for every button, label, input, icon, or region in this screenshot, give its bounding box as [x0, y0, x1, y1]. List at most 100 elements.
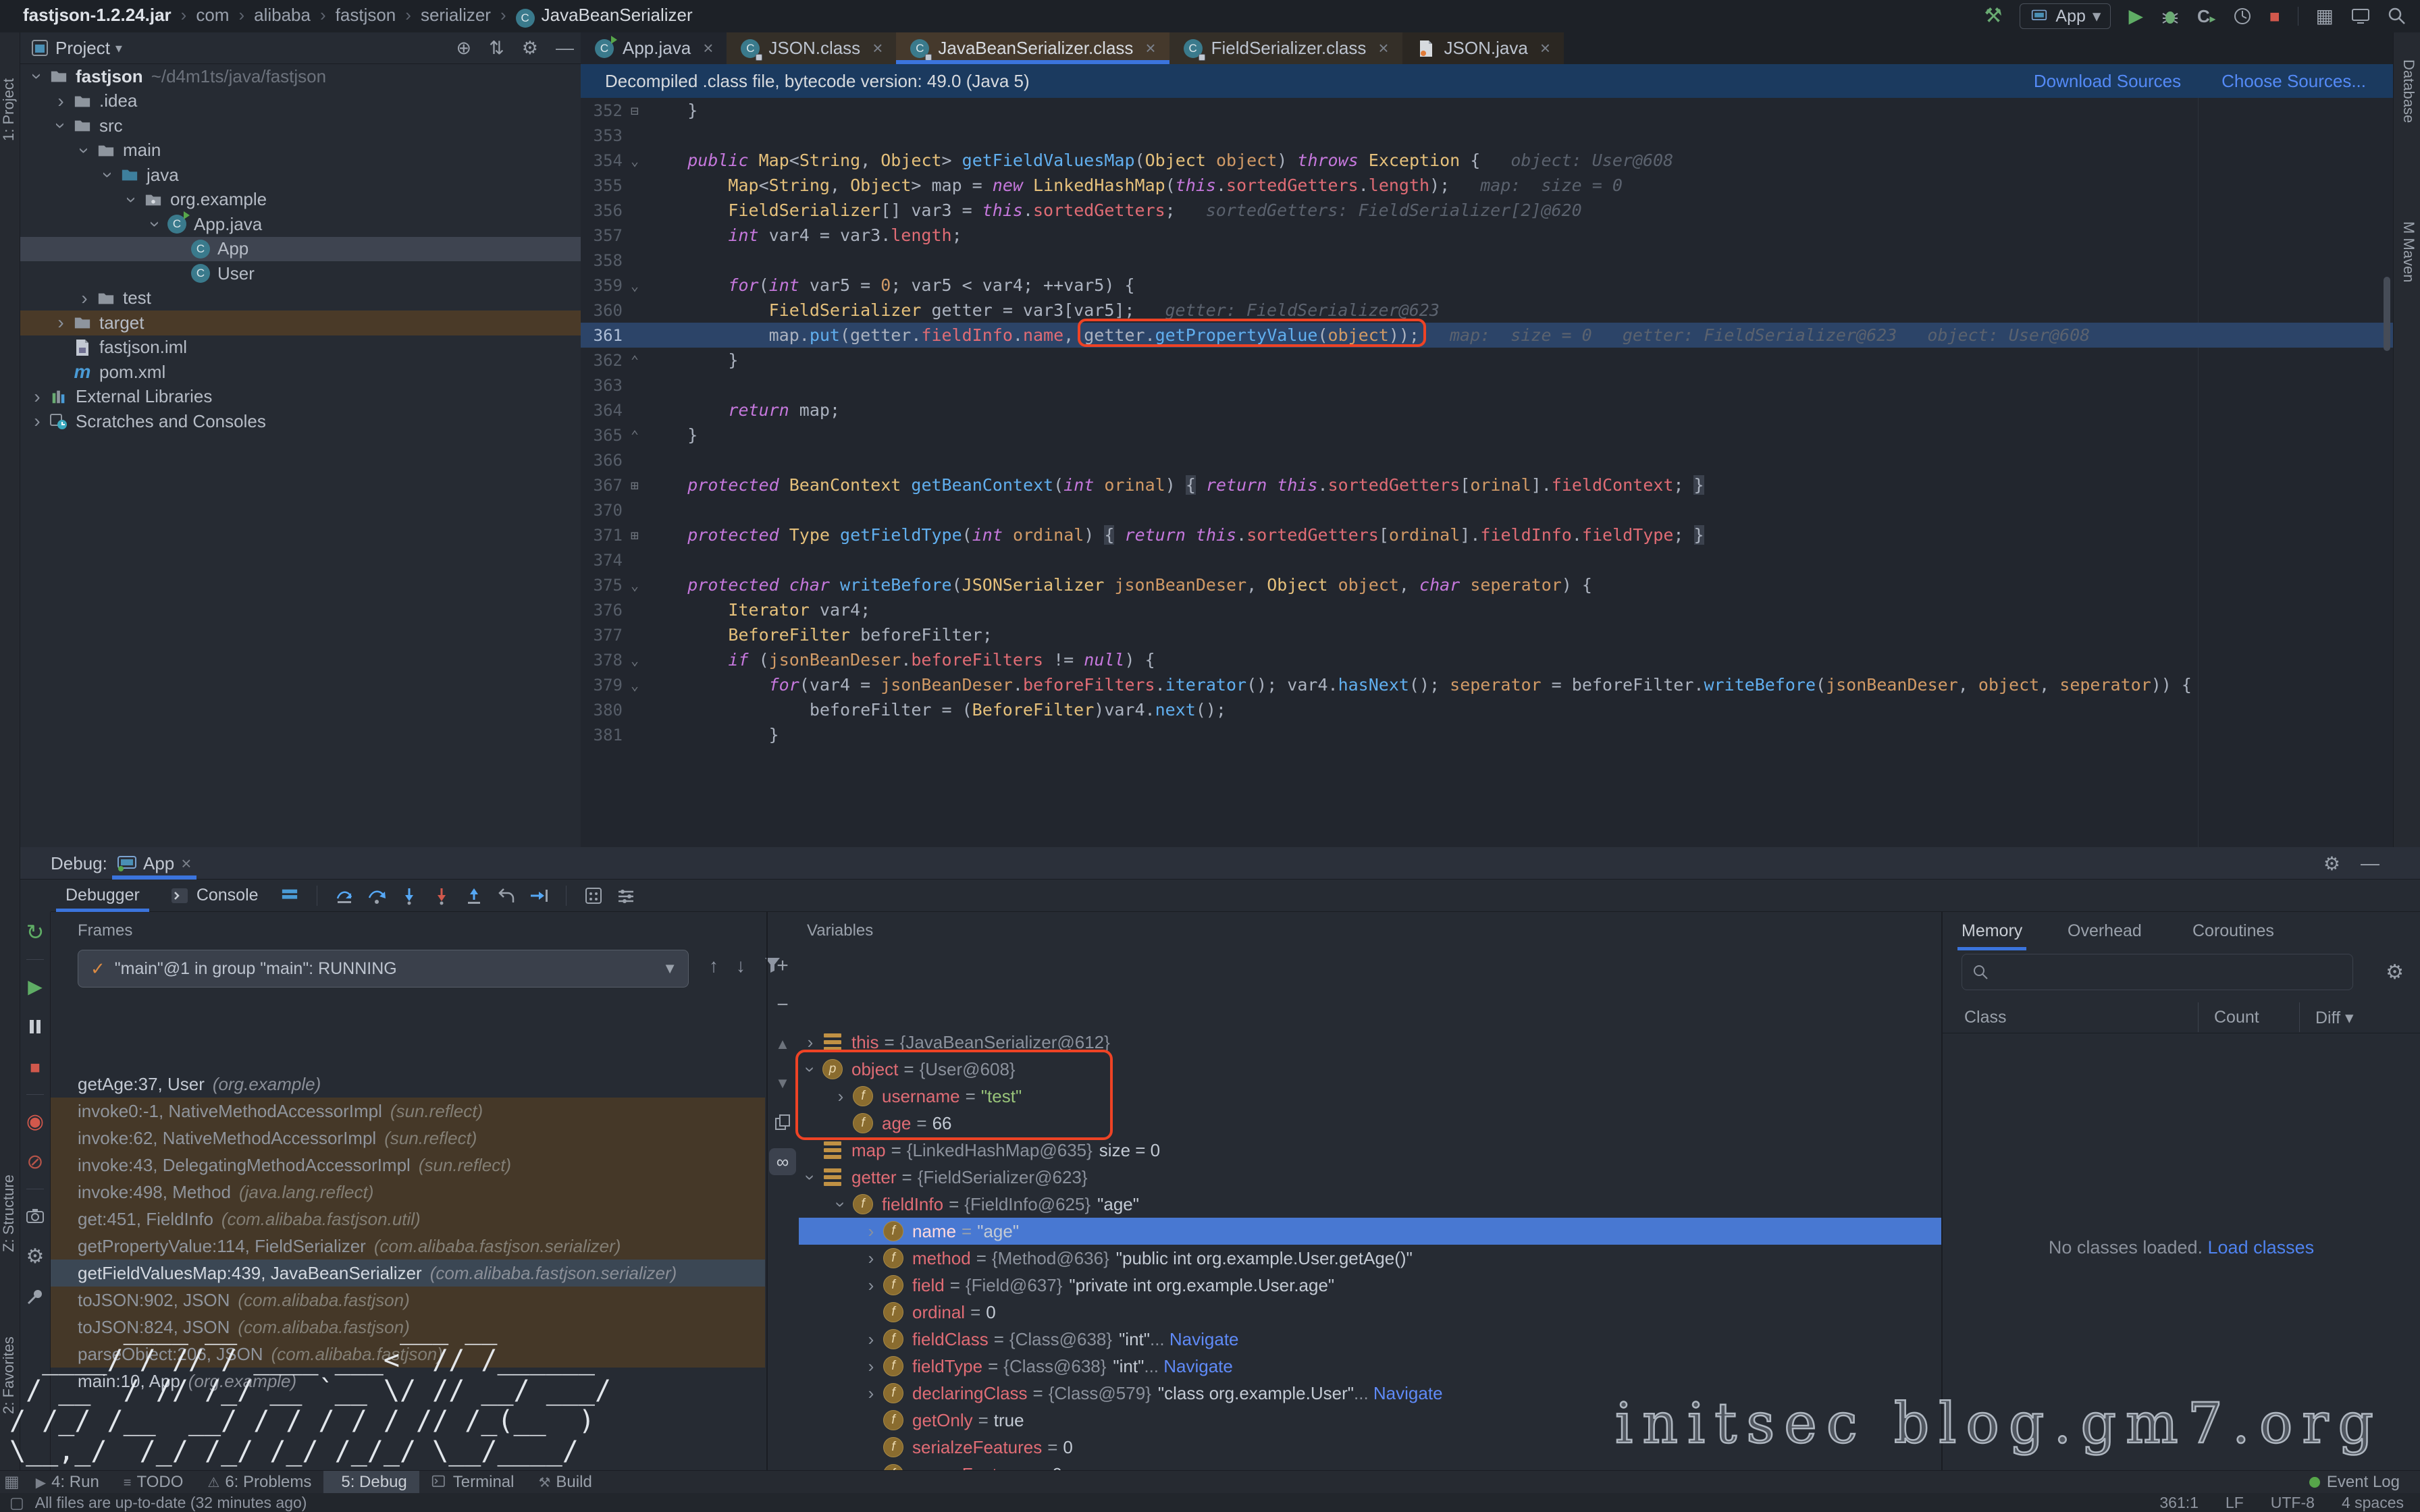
- tab-json-java[interactable]: JSON.java×: [1402, 32, 1564, 64]
- tool-strip-maven[interactable]: M Maven: [2397, 221, 2417, 397]
- locate-icon[interactable]: ⊕: [456, 38, 472, 59]
- code-line-363[interactable]: 363: [581, 373, 2393, 398]
- variable-row-method[interactable]: ›fmethod={Method@636}"public int org.exa…: [799, 1245, 1941, 1272]
- frame-down-icon[interactable]: ↓: [736, 955, 745, 977]
- frame-row[interactable]: getFieldValuesMap:439, JavaBeanSerialize…: [51, 1260, 765, 1287]
- toolwindow-button-5-debug[interactable]: 5: Debug: [323, 1471, 419, 1494]
- debug-tab-console[interactable]: Console: [155, 880, 273, 912]
- column-class[interactable]: Class: [1964, 1008, 2007, 1027]
- fold-icon[interactable]: ⌄: [623, 677, 647, 693]
- chevron-icon[interactable]: ›: [860, 1275, 883, 1296]
- trace-icon[interactable]: [610, 886, 642, 905]
- scroll-down-icon[interactable]: ▼: [769, 1070, 796, 1097]
- code-line-354[interactable]: 354⌄ public Map<String, Object> getField…: [581, 148, 2393, 173]
- code-line-376[interactable]: 376 Iterator var4;: [581, 597, 2393, 622]
- variable-row-name[interactable]: ›fname="age": [799, 1218, 1941, 1245]
- variable-row-fieldInfo[interactable]: ›ffieldInfo={FieldInfo@625}"age": [799, 1191, 1941, 1218]
- gear-icon[interactable]: ⚙: [522, 38, 538, 59]
- variable-row-map[interactable]: map={LinkedHashMap@635}size = 0: [799, 1137, 1941, 1164]
- code-line-358[interactable]: 358: [581, 248, 2393, 273]
- code-line-360[interactable]: 360 FieldSerializer getter = var3[var5];…: [581, 298, 2393, 323]
- tree-item-main[interactable]: ›main: [20, 138, 581, 163]
- variable-row-fieldClass[interactable]: ›ffieldClass={Class@638}"int" ... Naviga…: [799, 1326, 1941, 1353]
- code-line-375[interactable]: 375⌄ protected char writeBefore(JSONSeri…: [581, 572, 2393, 597]
- breadcrumb-item[interactable]: fastjson: [336, 5, 396, 25]
- code-line-364[interactable]: 364 return map;: [581, 398, 2393, 423]
- exec-point-icon[interactable]: [328, 886, 361, 905]
- variable-row-serialzeFeatures[interactable]: fserialzeFeatures=0: [799, 1434, 1941, 1461]
- force-step-into-icon[interactable]: [425, 886, 458, 905]
- fold-icon[interactable]: ⊞: [623, 477, 647, 493]
- frame-row[interactable]: get:451, FieldInfo(com.alibaba.fastjson.…: [51, 1206, 765, 1233]
- code-line-380[interactable]: 380 beforeFilter = (BeforeFilter)var4.ne…: [581, 697, 2393, 722]
- plus-icon[interactable]: +: [769, 952, 796, 979]
- frame-row[interactable]: toJSON:824, JSON(com.alibaba.fastjson): [51, 1314, 765, 1341]
- status-item[interactable]: 4 spaces: [2342, 1494, 2404, 1512]
- profiler-icon[interactable]: [2233, 7, 2252, 26]
- tab-javabeanserializer-class[interactable]: CJavaBeanSerializer.class×: [896, 32, 1169, 64]
- tab-fieldserializer-class[interactable]: CFieldSerializer.class×: [1169, 32, 1402, 64]
- code-line-353[interactable]: 353: [581, 123, 2393, 148]
- toolwindow-button-6-problems[interactable]: ⚠6: Problems: [195, 1471, 323, 1494]
- breadcrumb-item[interactable]: JavaBeanSerializer: [542, 5, 693, 25]
- close-icon[interactable]: ×: [1145, 38, 1155, 59]
- toolwindow-button-terminal[interactable]: Terminal: [419, 1471, 527, 1494]
- stop-icon[interactable]: ■: [2269, 7, 2280, 25]
- chevron-icon[interactable]: ›: [97, 163, 119, 186]
- tool-strip-favorites[interactable]: 2: Favorites: [0, 1308, 20, 1443]
- breadcrumb-item[interactable]: com: [196, 5, 229, 25]
- chevron-icon[interactable]: ›: [860, 1248, 883, 1269]
- grid-icon[interactable]: ▦: [2316, 7, 2334, 26]
- navigate-link[interactable]: ... Navigate: [1144, 1356, 1233, 1377]
- view-breakpoints-icon[interactable]: ◉: [20, 1101, 51, 1141]
- chevron-icon[interactable]: ›: [49, 312, 72, 333]
- memory-tab-memory[interactable]: Memory: [1962, 921, 2022, 941]
- tree-item-fastjson-iml[interactable]: fastjson.iml: [20, 335, 581, 360]
- status-item[interactable]: UTF-8: [2271, 1494, 2315, 1512]
- wrench-icon[interactable]: ⚒: [1984, 6, 2003, 26]
- scroll-up-icon[interactable]: ▲: [769, 1031, 796, 1058]
- tree-item--idea[interactable]: ›.idea: [20, 89, 581, 114]
- editor-scrollbar[interactable]: [2384, 277, 2390, 351]
- fold-icon[interactable]: ⌄: [623, 577, 647, 593]
- breadcrumb-item[interactable]: alibaba: [254, 5, 311, 25]
- chevron-icon[interactable]: ›: [860, 1383, 883, 1404]
- code-line-378[interactable]: 378⌄ if (jsonBeanDeser.beforeFilters != …: [581, 647, 2393, 672]
- variable-row-getOnly[interactable]: fgetOnly=true: [799, 1407, 1941, 1434]
- watch-icon[interactable]: ∞: [769, 1148, 796, 1175]
- drop-frame-icon[interactable]: [490, 886, 523, 905]
- coverage-icon[interactable]: C▸: [2197, 7, 2215, 25]
- project-panel-title[interactable]: Project: [55, 38, 110, 59]
- chevron-icon[interactable]: ›: [50, 114, 72, 137]
- code-line-374[interactable]: 374: [581, 547, 2393, 572]
- debug-hide-icon[interactable]: —: [2361, 853, 2379, 874]
- tree-item-external-libraries[interactable]: ›External Libraries: [20, 385, 581, 410]
- layout-icon[interactable]: [273, 887, 306, 905]
- code-line-352[interactable]: 352⊟ }: [581, 98, 2393, 123]
- thread-selector[interactable]: ✓ "main"@1 in group "main": RUNNING ▼: [78, 950, 689, 988]
- fold-icon[interactable]: ⊟: [623, 103, 647, 119]
- chevron-icon[interactable]: ›: [26, 386, 49, 408]
- frame-up-icon[interactable]: ↑: [709, 955, 718, 977]
- tree-item-src[interactable]: ›src: [20, 113, 581, 138]
- memory-tab-coroutines[interactable]: Coroutines: [2192, 921, 2274, 941]
- step-out-icon[interactable]: [458, 886, 490, 905]
- fold-icon[interactable]: ⊞: [623, 527, 647, 543]
- toolwindow-button-4-run[interactable]: ▶4: Run: [24, 1471, 111, 1494]
- code-line-359[interactable]: 359⌄ for(int var5 = 0; var5 < var4; ++va…: [581, 273, 2393, 298]
- tool-strip-database[interactable]: Database: [2397, 59, 2417, 194]
- chevron-icon[interactable]: ›: [860, 1221, 883, 1242]
- tree-item-pom-xml[interactable]: mpom.xml: [20, 360, 581, 385]
- memory-search-input[interactable]: [1962, 954, 2353, 990]
- code-line-362[interactable]: 362⌃ }: [581, 348, 2393, 373]
- step-into-icon[interactable]: [393, 886, 425, 905]
- copy-icon[interactable]: [769, 1109, 796, 1136]
- chevron-icon[interactable]: ›: [121, 188, 142, 211]
- minus2-icon[interactable]: −: [769, 992, 796, 1019]
- step-over-icon[interactable]: [361, 886, 393, 905]
- pause-icon[interactable]: [20, 1006, 51, 1047]
- pin-icon[interactable]: [20, 1276, 51, 1317]
- code-line-377[interactable]: 377 BeforeFilter beforeFilter;: [581, 622, 2393, 647]
- frame-row[interactable]: invoke:498, Method(java.lang.reflect): [51, 1179, 765, 1206]
- debug-session-tab[interactable]: App ×: [108, 847, 201, 880]
